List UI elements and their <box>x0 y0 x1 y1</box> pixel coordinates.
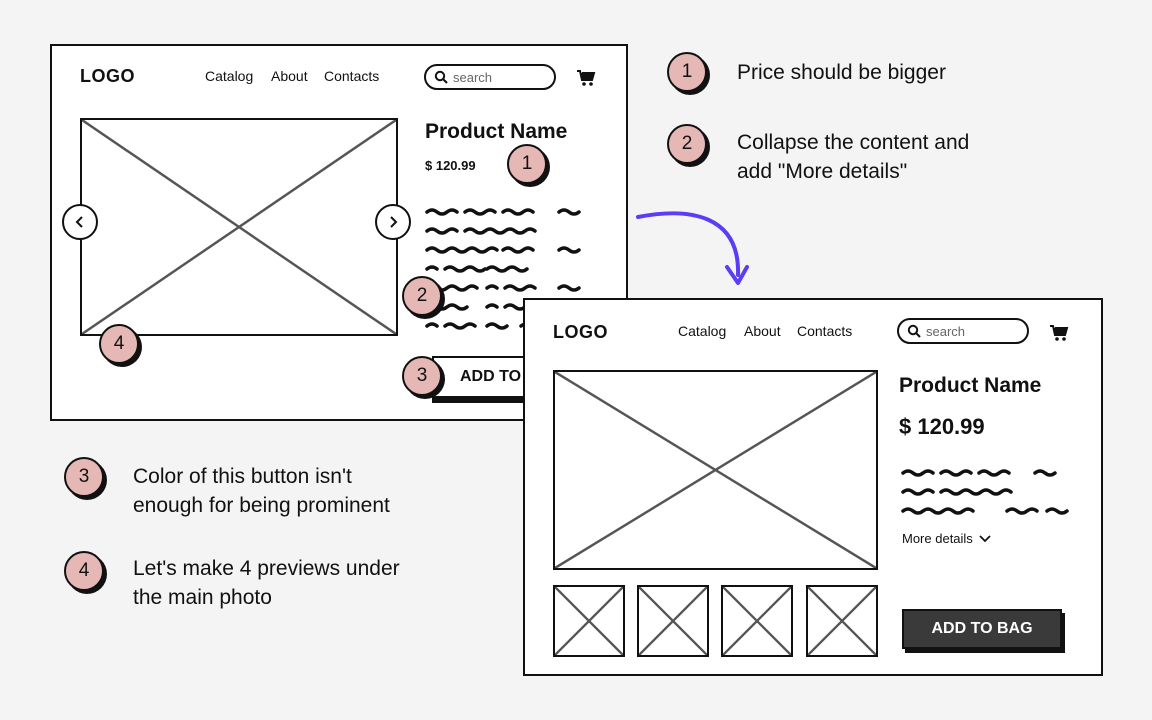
search-input[interactable]: search <box>424 64 556 90</box>
note-line: Price should be bigger <box>737 61 946 84</box>
image-placeholder-icon <box>808 587 876 655</box>
note-line: the main photo <box>133 586 272 609</box>
note-line: add "More details" <box>737 160 908 183</box>
add-to-bag-button[interactable]: ADD TO BAG <box>902 609 1062 649</box>
main-image-placeholder <box>553 370 878 570</box>
chevron-left-icon <box>75 216 83 228</box>
note-line: Collapse the content and <box>737 131 970 154</box>
note-line: Let's make 4 previews under <box>133 557 400 580</box>
marker-3: 3 <box>402 356 442 396</box>
nav-contacts[interactable]: Contacts <box>797 323 852 339</box>
note-4-badge: 4 <box>64 551 104 591</box>
logo[interactable]: LOGO <box>80 66 135 87</box>
more-details-label: More details <box>902 531 973 546</box>
marker-2: 2 <box>402 276 442 316</box>
note-3-badge: 3 <box>64 457 104 497</box>
marker-4: 4 <box>99 324 139 364</box>
image-placeholder-icon <box>82 120 396 334</box>
product-price: $ 120.99 <box>899 414 985 439</box>
cart-icon[interactable] <box>1049 324 1069 342</box>
note-line: enough for being prominent <box>133 494 390 517</box>
search-icon <box>907 324 921 338</box>
description-scribble <box>901 469 1069 515</box>
preview-thumbnail-2[interactable] <box>637 585 709 657</box>
product-name: Product Name <box>425 120 568 143</box>
note-1-badge: 1 <box>667 52 707 92</box>
note-line: Color of this button isn't <box>133 465 352 488</box>
nav-catalog[interactable]: Catalog <box>205 68 253 84</box>
nav-about[interactable]: About <box>271 68 308 84</box>
nav-contacts[interactable]: Contacts <box>324 68 379 84</box>
cart-icon[interactable] <box>576 69 596 87</box>
chevron-right-icon <box>390 216 398 228</box>
note-4-text: Let's make 4 previews under the main pho… <box>133 554 400 612</box>
note-1-text: Price should be bigger <box>737 58 946 87</box>
prev-image-button[interactable] <box>62 204 98 240</box>
search-placeholder: search <box>926 323 966 339</box>
search-input[interactable]: search <box>897 318 1029 344</box>
new-wireframe: LOGO Catalog About Contacts search Produ… <box>523 298 1103 676</box>
search-icon <box>434 70 448 84</box>
preview-thumbnail-3[interactable] <box>721 585 793 657</box>
image-placeholder-icon <box>639 587 707 655</box>
chevron-down-icon <box>979 534 991 542</box>
product-price: $ 120.99 <box>425 158 476 173</box>
search-placeholder: search <box>453 69 493 85</box>
logo[interactable]: LOGO <box>553 322 608 343</box>
image-placeholder-icon <box>555 587 623 655</box>
nav-catalog[interactable]: Catalog <box>678 323 726 339</box>
marker-1: 1 <box>507 144 547 184</box>
note-3-text: Color of this button isn't enough for be… <box>133 462 390 520</box>
image-placeholder-icon <box>555 372 876 568</box>
note-2-text: Collapse the content and add "More detai… <box>737 128 969 186</box>
curved-arrow-icon <box>636 211 749 285</box>
product-name: Product Name <box>899 374 1042 397</box>
nav-about[interactable]: About <box>744 323 781 339</box>
next-image-button[interactable] <box>375 204 411 240</box>
main-image-placeholder <box>80 118 398 336</box>
image-placeholder-icon <box>723 587 791 655</box>
preview-thumbnail-4[interactable] <box>806 585 878 657</box>
preview-thumbnail-1[interactable] <box>553 585 625 657</box>
note-2-badge: 2 <box>667 124 707 164</box>
more-details-toggle[interactable]: More details <box>902 531 991 546</box>
